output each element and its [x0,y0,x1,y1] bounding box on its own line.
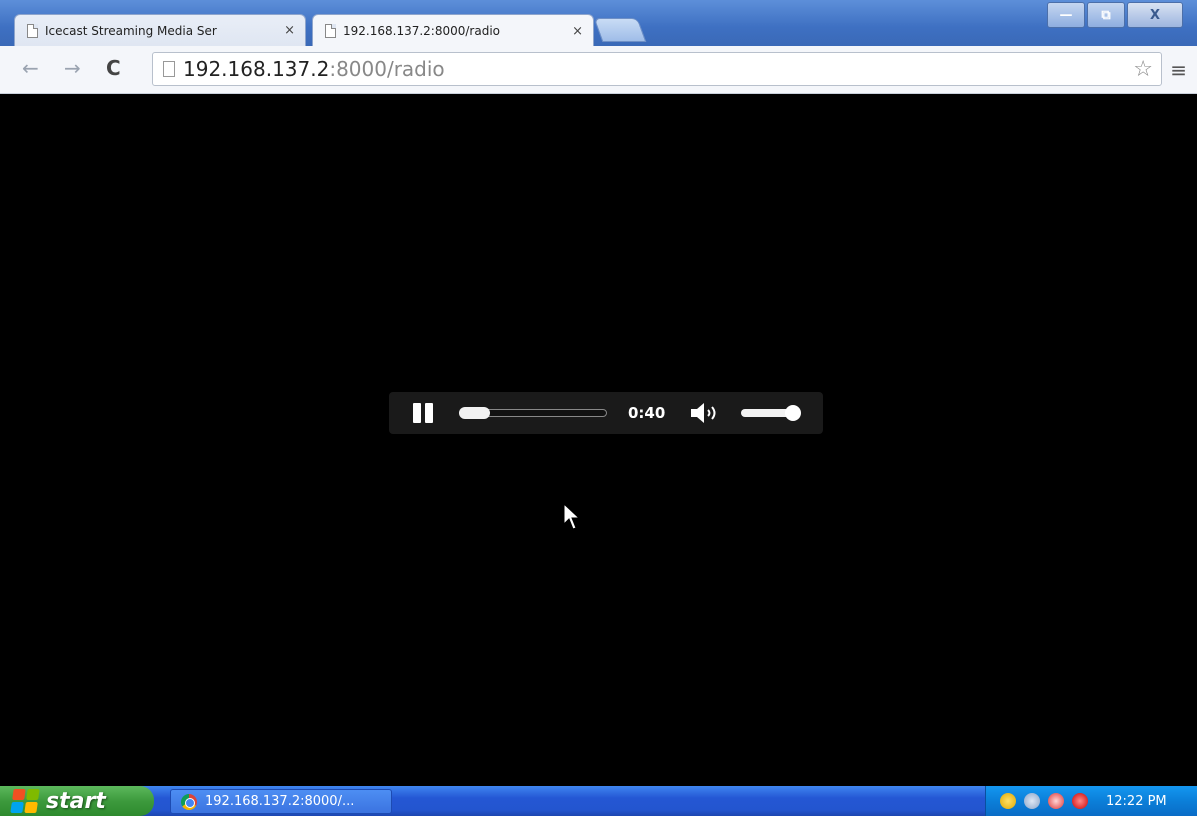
back-icon[interactable]: ← [22,56,39,80]
browser-titlebar: Icecast Streaming Media Ser × 192.168.13… [0,0,1197,47]
windows-taskbar: start 192.168.137.2:8000/... 12:22 PM [0,786,1197,816]
tab-close-icon[interactable]: × [572,24,583,39]
new-tab-button[interactable] [593,18,647,42]
chrome-icon [181,793,197,810]
page-icon [325,24,336,38]
security-shield-icon[interactable] [1000,793,1016,809]
url-path: :8000/radio [329,57,445,81]
speaker-volume-icon[interactable] [689,401,723,425]
tab-close-icon[interactable]: × [284,23,295,38]
tab-radio[interactable]: 192.168.137.2:8000/radio × [312,14,594,47]
page-icon [163,61,175,77]
current-time: 0:40 [628,404,666,422]
maximize-button[interactable]: ⧉ [1087,2,1125,28]
mouse-cursor-icon [563,503,581,530]
update-icon[interactable] [1048,793,1064,809]
clock: 12:22 PM [1106,793,1167,809]
url-text: 192.168.137.2:8000/radio [183,57,445,81]
volume-knob[interactable] [785,405,801,421]
network-icon[interactable] [1024,793,1040,809]
tab-icecast[interactable]: Icecast Streaming Media Ser × [14,14,306,46]
minimize-button[interactable]: — [1047,2,1085,28]
tab-title: Icecast Streaming Media Ser [45,23,217,38]
taskbar-chrome-window[interactable]: 192.168.137.2:8000/... [170,789,392,814]
start-button[interactable]: start [0,786,154,816]
page-content: 0:40 [10,94,1197,786]
menu-icon[interactable]: ≡ [1170,58,1187,82]
seek-progress [459,407,490,419]
browser-toolbar: ← → C 192.168.137.2:8000/radio ☆ ≡ [0,46,1197,94]
start-label: start [46,788,106,814]
address-bar[interactable]: 192.168.137.2:8000/radio ☆ [152,52,1162,86]
pause-bar-left [413,403,421,423]
bookmark-star-icon[interactable]: ☆ [1133,57,1153,82]
url-host: 192.168.137.2 [183,57,330,81]
audio-player: 0:40 [389,392,823,434]
task-label: 192.168.137.2:8000/... [205,794,355,809]
close-window-button[interactable]: X [1127,2,1183,28]
window-controls: — ⧉ X [1047,2,1183,28]
reload-icon[interactable]: C [106,56,121,80]
page-icon [27,23,38,38]
tab-title: 192.168.137.2:8000/radio [343,24,500,38]
pause-button[interactable] [413,403,433,423]
volume-slider[interactable] [741,405,801,421]
windows-logo-icon [10,789,40,813]
seek-slider[interactable] [459,407,607,419]
system-tray: 12:22 PM [985,786,1197,816]
forward-icon[interactable]: → [64,56,81,80]
pause-bar-right [425,403,433,423]
alert-icon[interactable] [1072,793,1088,809]
